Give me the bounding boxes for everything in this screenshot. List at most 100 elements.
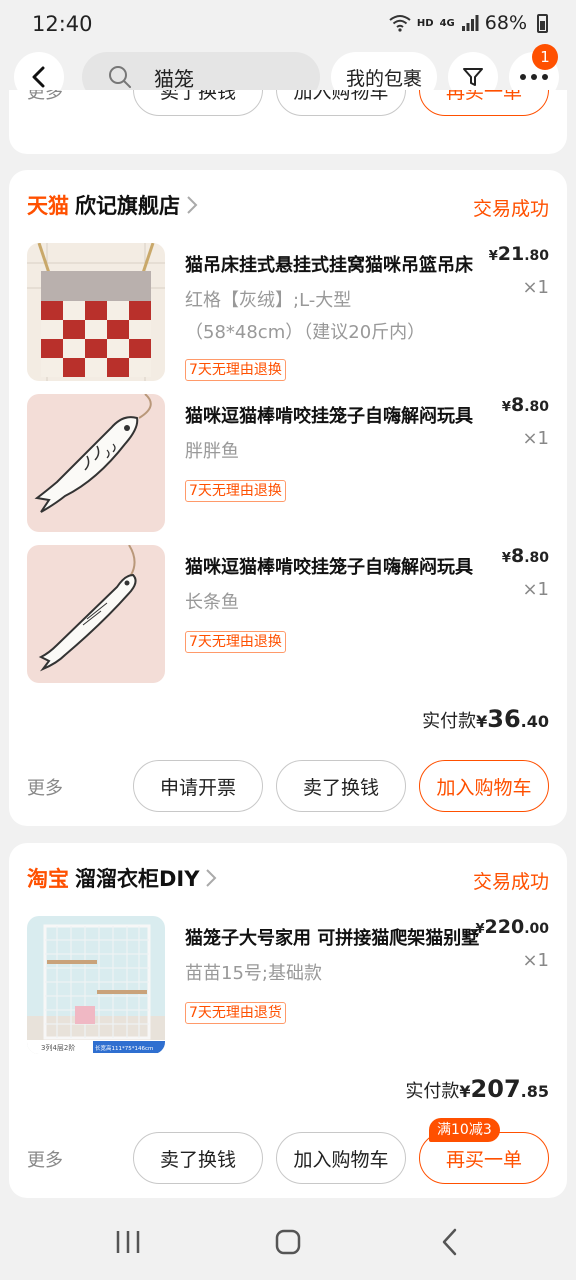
product-image[interactable] xyxy=(27,545,165,683)
order-card: 天猫 欣记旗舰店 交易成功 猫吊床挂式悬挂式挂窝猫咪吊篮吊床 红格【灰绒】;L-… xyxy=(9,170,567,826)
home-button[interactable] xyxy=(268,1224,308,1260)
price-integer: 220 xyxy=(484,916,525,938)
total-integer: 207 xyxy=(470,1075,521,1103)
total-currency: ¥ xyxy=(459,1082,471,1101)
item-price: ¥8.80 xyxy=(502,394,549,416)
filter-icon xyxy=(463,68,483,86)
cat-hammock-image xyxy=(27,243,165,381)
back-nav-icon xyxy=(442,1228,457,1256)
order-item[interactable]: 猫咪逗猫棒啃咬挂笼子自嗨解闷玩具 长条鱼 ¥8.80 ×1 7天无理由退换 xyxy=(27,545,549,685)
item-sku: 红格【灰绒】;L-大型 （58*48cm）（建议20斤内） xyxy=(185,285,485,349)
signal-icon xyxy=(461,15,479,31)
home-icon xyxy=(275,1229,301,1255)
shop-name: 溜溜衣柜DIY xyxy=(75,867,200,891)
more-link[interactable]: 更多 xyxy=(27,90,63,104)
order-total: 实付款¥207.85 xyxy=(405,1075,549,1103)
cat-cage-image: 3列4层2阶 长宽高111*75*146cm xyxy=(27,916,165,1054)
item-sku: 胖胖鱼 xyxy=(185,436,485,468)
request-invoice-button[interactable]: 申请开票 xyxy=(133,760,263,812)
price-integer: 8 xyxy=(510,394,525,416)
price-currency: ¥ xyxy=(475,922,485,937)
item-price: ¥220.00 xyxy=(475,916,549,938)
order-total: 实付款¥36.40 xyxy=(422,705,549,733)
search-icon xyxy=(109,66,131,88)
chevron-right-icon xyxy=(206,869,217,887)
total-currency: ¥ xyxy=(476,712,488,731)
price-decimal: .80 xyxy=(524,399,549,415)
shop-name: 欣记旗舰店 xyxy=(75,194,180,218)
battery-icon xyxy=(537,13,548,33)
fish-toy-image xyxy=(27,545,165,683)
fish-toy-image xyxy=(27,394,165,532)
order-actions: 更多 卖了换钱 加入购物车 再买一单 满10减3 xyxy=(9,1118,567,1184)
shop-header[interactable]: 天猫 欣记旗舰店 xyxy=(27,190,198,220)
order-item[interactable]: 猫咪逗猫棒啃咬挂笼子自嗨解闷玩具 胖胖鱼 ¥8.80 ×1 7天无理由退换 xyxy=(27,394,549,534)
status-bar: 12:40 HD 4G 68% xyxy=(0,0,576,52)
system-back-button[interactable] xyxy=(430,1224,470,1260)
item-title: 猫笼子大号家用 可拼接猫爬架猫别墅 xyxy=(185,928,480,949)
promo-badge: 满10减3 xyxy=(429,1118,500,1142)
recent-apps-icon xyxy=(116,1231,140,1253)
item-title: 猫咪逗猫棒啃咬挂笼子自嗨解闷玩具 xyxy=(185,406,473,427)
order-actions: 更多 申请开票 卖了换钱 加入购物车 xyxy=(9,760,567,812)
price-integer: 21 xyxy=(497,243,525,265)
price-decimal: .00 xyxy=(524,921,549,937)
platform-logo: 淘宝 xyxy=(27,867,69,891)
notification-badge: 1 xyxy=(532,44,558,70)
item-quantity: ×1 xyxy=(522,277,549,298)
search-query: 猫笼 xyxy=(154,66,194,91)
back-arrow-icon xyxy=(32,66,45,88)
sell-button[interactable]: 卖了换钱 xyxy=(133,90,263,116)
order-item[interactable]: 3列4层2阶 长宽高111*75*146cm 猫笼子大号家用 可拼接猫爬架猫别墅… xyxy=(27,916,549,1056)
previous-order-actions: 更多 卖了换钱 加入购物车 再买一单 xyxy=(9,90,567,116)
system-nav-bar xyxy=(0,1200,576,1280)
more-link[interactable]: 更多 xyxy=(27,1146,63,1172)
return-policy-tag: 7天无理由退换 xyxy=(185,359,286,381)
item-quantity: ×1 xyxy=(522,579,549,600)
shop-header[interactable]: 淘宝 溜溜衣柜DIY xyxy=(27,863,217,893)
price-decimal: .80 xyxy=(524,550,549,566)
price-integer: 8 xyxy=(510,545,525,567)
item-sku: 苗苗15号;基础款 xyxy=(185,958,485,990)
more-dots-icon xyxy=(520,74,548,80)
price-currency: ¥ xyxy=(488,249,498,264)
sku-line: 苗苗15号;基础款 xyxy=(185,963,322,984)
total-decimal: .85 xyxy=(520,1082,549,1101)
item-price: ¥8.80 xyxy=(502,545,549,567)
network-type-label: 4G xyxy=(439,17,455,29)
add-to-cart-button[interactable]: 加入购物车 xyxy=(419,760,549,812)
add-to-cart-button[interactable]: 加入购物车 xyxy=(276,90,406,116)
total-decimal: .40 xyxy=(520,712,549,731)
item-price: ¥21.80 xyxy=(489,243,549,265)
buy-again-button[interactable]: 再买一单 xyxy=(419,90,549,116)
battery-percent: 68% xyxy=(484,12,527,34)
thumb-caption-right: 长宽高111*75*146cm xyxy=(95,1044,153,1052)
product-image[interactable] xyxy=(27,394,165,532)
sell-button[interactable]: 卖了换钱 xyxy=(276,760,406,812)
product-image[interactable] xyxy=(27,243,165,381)
sku-line: 红格【灰绒】;L-大型 xyxy=(185,290,352,311)
more-link[interactable]: 更多 xyxy=(27,774,63,800)
sku-line: （58*48cm）（建议20斤内） xyxy=(185,322,426,343)
chevron-right-icon xyxy=(187,196,198,214)
price-decimal: .80 xyxy=(524,248,549,264)
thumb-caption-left: 3列4层2阶 xyxy=(41,1043,75,1052)
product-image[interactable]: 3列4层2阶 长宽高111*75*146cm xyxy=(27,916,165,1054)
order-status: 交易成功 xyxy=(472,871,549,893)
return-policy-tag: 7天无理由退货 xyxy=(185,1002,286,1024)
platform-logo: 天猫 xyxy=(27,194,69,218)
status-time: 12:40 xyxy=(32,12,93,36)
previous-order-card: 更多 卖了换钱 加入购物车 再买一单 xyxy=(9,90,567,154)
recent-apps-button[interactable] xyxy=(108,1224,148,1260)
add-to-cart-button[interactable]: 加入购物车 xyxy=(276,1132,406,1184)
item-title: 猫咪逗猫棒啃咬挂笼子自嗨解闷玩具 xyxy=(185,557,473,578)
order-item[interactable]: 猫吊床挂式悬挂式挂窝猫咪吊篮吊床 红格【灰绒】;L-大型 （58*48cm）（建… xyxy=(27,243,549,383)
sku-line: 胖胖鱼 xyxy=(185,441,239,462)
status-indicators: HD 4G 68% xyxy=(389,12,548,34)
sell-button[interactable]: 卖了换钱 xyxy=(133,1132,263,1184)
price-currency: ¥ xyxy=(501,551,511,566)
total-integer: 36 xyxy=(487,705,521,733)
return-policy-tag: 7天无理由退换 xyxy=(185,631,286,653)
total-label: 实付款 xyxy=(405,1081,460,1102)
item-sku: 长条鱼 xyxy=(185,587,485,619)
